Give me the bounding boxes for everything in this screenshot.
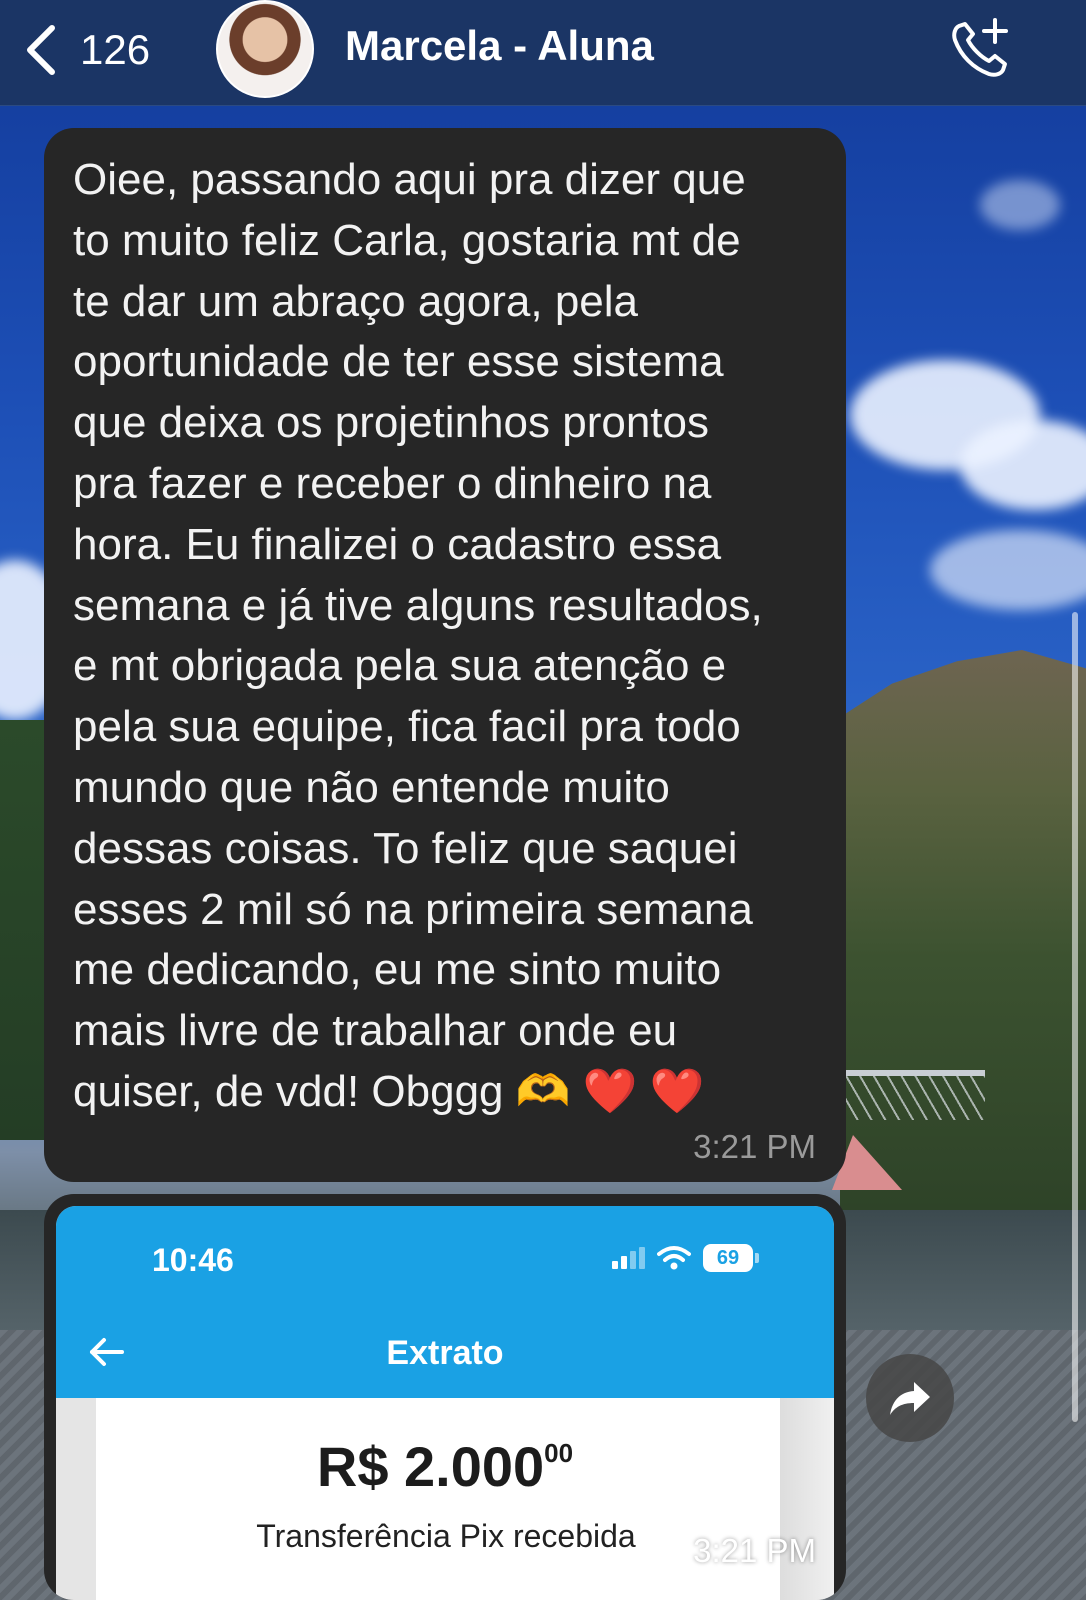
screenshot-status-time: 10:46 xyxy=(152,1242,234,1278)
message-text: Oiee, passando aqui pra dizer que to mui… xyxy=(73,155,763,1116)
back-button[interactable]: 126 xyxy=(22,20,150,80)
screenshot-title: Extrato xyxy=(386,1334,504,1372)
screenshot-transfer-label: Transferência Pix recebida xyxy=(256,1518,636,1554)
chat-header: 126 Marcela - Aluna xyxy=(0,0,1086,106)
phone-add-icon[interactable] xyxy=(945,14,1015,84)
unread-count: 126 xyxy=(80,26,151,73)
screenshot-status-icons: 69 xyxy=(612,1244,759,1272)
battery-level: 69 xyxy=(703,1244,753,1272)
battery-icon: 69 xyxy=(703,1244,759,1272)
contact-avatar[interactable] xyxy=(216,0,314,98)
wifi-icon xyxy=(657,1246,691,1270)
screenshot-amount: R$ 2.00000 xyxy=(316,1435,574,1498)
image-message-bubble[interactable]: 10:46 69 Extrato R$ 2.00000 Transferênci… xyxy=(44,1194,846,1600)
scrollbar[interactable] xyxy=(1072,612,1078,1422)
message-bubble[interactable]: Oiee, passando aqui pra dizer que to mui… xyxy=(44,128,846,1182)
contact-name[interactable]: Marcela - Aluna xyxy=(345,22,654,70)
forward-button[interactable] xyxy=(866,1354,954,1442)
message-timestamp: 3:21 PM xyxy=(693,1128,816,1165)
screenshot-card xyxy=(96,1398,786,1600)
image-timestamp: 3:21 PM xyxy=(693,1532,816,1569)
chevron-left-icon xyxy=(27,25,55,75)
forward-share-icon xyxy=(890,1382,930,1415)
signal-icon xyxy=(612,1247,645,1269)
